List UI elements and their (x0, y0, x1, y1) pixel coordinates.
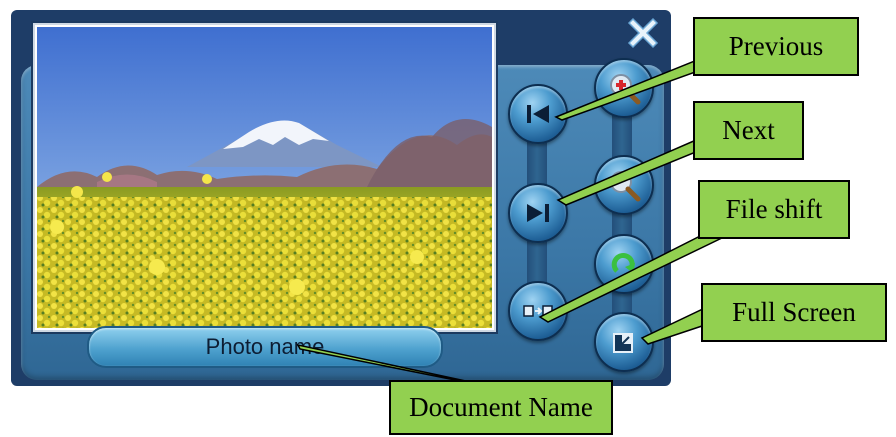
previous-callout: Previous (693, 17, 859, 76)
next-callout-label: Next (722, 115, 775, 145)
next-callout: Next (693, 101, 804, 160)
previous-callout-label: Previous (728, 31, 824, 61)
file-shift-callout-label: File shift (725, 194, 823, 224)
document-name-callout-label: Document Name (409, 392, 593, 422)
document-name-callout: Document Name (389, 380, 613, 435)
full-screen-callout: Full Screen (701, 283, 887, 342)
file-shift-callout: File shift (698, 180, 850, 239)
full-screen-callout-label: Full Screen (732, 297, 856, 327)
